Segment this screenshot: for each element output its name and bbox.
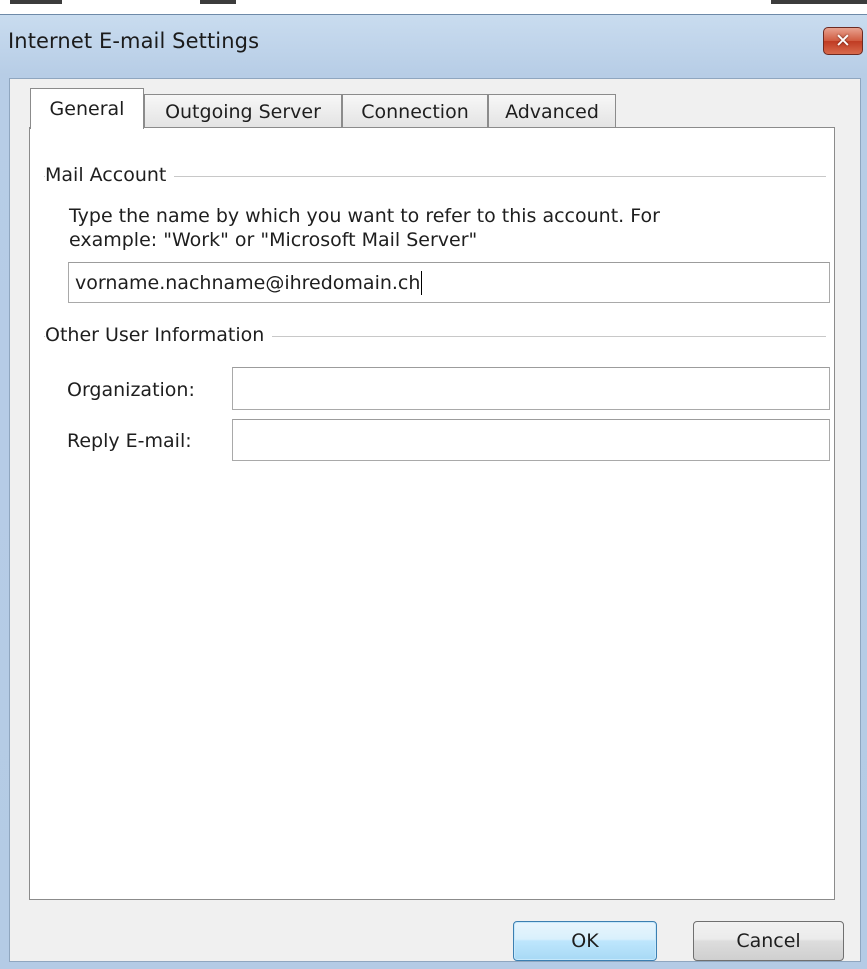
dialog-window: Internet E-mail Settings ✕ General Outgo…	[0, 14, 867, 969]
close-button[interactable]: ✕	[823, 27, 863, 55]
title-bar[interactable]: Internet E-mail Settings ✕	[0, 15, 867, 79]
mail-account-group-label: Mail Account	[45, 164, 175, 186]
ok-button[interactable]: OK	[513, 921, 657, 961]
close-icon: ✕	[835, 29, 851, 52]
background-window-fragment	[200, 0, 236, 4]
mail-account-description: Type the name by which you want to refer…	[69, 205, 660, 227]
dialog-client-area: General Outgoing Server Connection Advan…	[9, 78, 861, 962]
other-user-info-group-label: Other User Information	[45, 324, 273, 346]
text-caret	[421, 270, 423, 295]
tab-connection[interactable]: Connection	[342, 94, 488, 128]
organization-input[interactable]	[232, 367, 830, 410]
tab-advanced[interactable]: Advanced	[488, 94, 616, 128]
background-window-fragment	[771, 0, 867, 4]
window-title: Internet E-mail Settings	[8, 29, 260, 53]
tab-outgoing-server[interactable]: Outgoing Server	[144, 94, 342, 128]
background-window-fragment	[10, 0, 62, 4]
mail-account-description-example: example: "Work" or "Microsoft Mail Serve…	[69, 229, 478, 251]
cancel-button[interactable]: Cancel	[693, 921, 844, 961]
reply-email-input[interactable]	[232, 419, 830, 461]
account-name-value: vorname.nachname@ihredomain.ch	[75, 271, 421, 294]
organization-label: Organization:	[67, 379, 195, 401]
account-name-input[interactable]: vorname.nachname@ihredomain.ch	[68, 262, 830, 303]
tab-general[interactable]: General	[30, 88, 144, 129]
reply-email-label: Reply E-mail:	[67, 430, 192, 452]
background-window-strip	[0, 0, 867, 14]
general-tab-panel: Mail Account Type the name by which you …	[29, 127, 835, 900]
